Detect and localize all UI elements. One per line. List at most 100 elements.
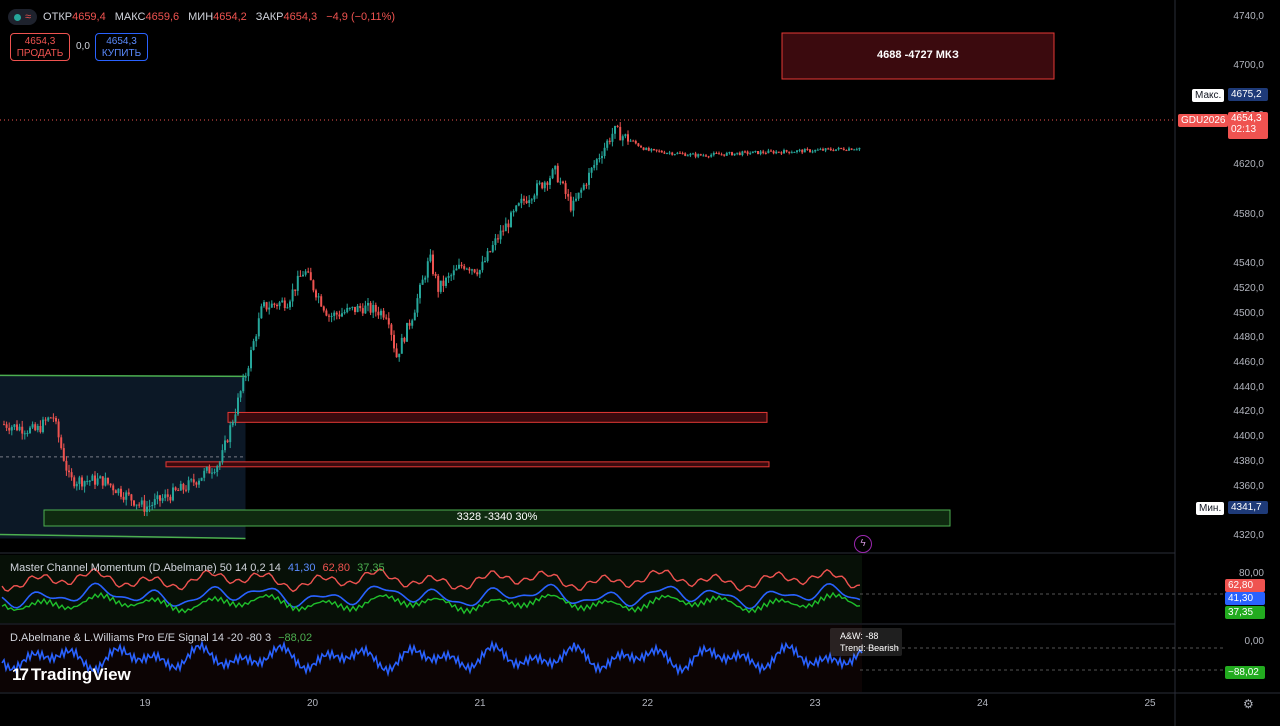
candle-body: [762, 151, 765, 153]
candle-body: [257, 318, 260, 337]
candle-body: [554, 165, 557, 170]
candle-body: [125, 492, 128, 500]
time-tick-label: 24: [976, 698, 989, 709]
candle-body: [120, 488, 122, 497]
candle-body: [533, 195, 536, 200]
candle-body: [47, 417, 50, 421]
symbol-status-pill[interactable]: ≈: [8, 9, 38, 25]
candle-body: [278, 302, 281, 307]
candle-body: [530, 199, 533, 201]
candle-body: [328, 315, 330, 317]
candle-body: [489, 251, 492, 253]
candle-body: [595, 159, 598, 166]
candle-body: [569, 196, 572, 211]
candle-body: [65, 460, 68, 471]
candle-body: [330, 315, 333, 317]
candle-body: [645, 147, 648, 150]
candle-body: [562, 181, 564, 184]
low-value: 4654,2: [213, 11, 247, 23]
candle-body: [164, 494, 167, 499]
indicator1-v3: 37,35: [357, 562, 385, 574]
candle-body: [270, 303, 273, 308]
candle-body: [746, 151, 749, 154]
price-tick-label: 4320,0: [1233, 530, 1264, 541]
trend-label: Trend: Bearish: [840, 643, 899, 653]
candle-body: [822, 149, 824, 151]
bottom-zone-label: 3328 -3340 30%: [456, 511, 538, 523]
indicator2-legend[interactable]: D.Abelmane & L.Williams Pro E/E Signal 1…: [10, 632, 316, 644]
price-tick-label: 4520,0: [1233, 282, 1264, 294]
candle-body: [837, 147, 840, 150]
candle-body: [549, 178, 551, 185]
time-tick-label: 25: [1144, 698, 1156, 709]
candle-body: [260, 306, 263, 319]
candle-body: [543, 182, 546, 189]
candle-body: [731, 152, 733, 156]
candle-body: [764, 152, 767, 154]
candle-body: [809, 149, 811, 152]
candle-body: [694, 153, 697, 157]
candle-body: [780, 152, 783, 154]
candle-body: [551, 169, 554, 179]
candle-body: [538, 182, 541, 184]
candle-body: [564, 183, 567, 194]
candle-body: [174, 487, 177, 491]
candle-body: [681, 153, 684, 155]
settings-gear-icon[interactable]: ⚙: [1243, 697, 1254, 711]
candle-body: [234, 414, 237, 422]
candle-body: [575, 198, 577, 201]
candle-body: [403, 337, 406, 342]
time-tick-label: 23: [809, 698, 821, 709]
candle-body: [177, 490, 180, 492]
candle-body: [827, 148, 830, 150]
candle-body: [593, 165, 596, 168]
indicator1-legend[interactable]: Master Channel Momentum (D.Abelmane) 50 …: [10, 562, 389, 574]
open-label: ОТКР: [43, 11, 73, 23]
candle-body: [796, 150, 798, 152]
candle-body: [153, 499, 156, 506]
candle-body: [322, 306, 325, 311]
candle-body: [842, 148, 845, 151]
candle-body: [460, 264, 463, 267]
close-value: 4654,3: [283, 11, 318, 23]
indicator1-tag-green: 37,35: [1225, 606, 1265, 619]
candle-body: [702, 155, 705, 157]
sell-button[interactable]: 4654,3 ПРОДАТЬ: [10, 33, 70, 61]
candle-body: [437, 275, 440, 292]
candle-body: [525, 200, 528, 204]
indicator1-v2: 62,80: [322, 562, 351, 574]
candle-body: [416, 298, 419, 313]
candle-body: [783, 150, 785, 154]
candle-body: [473, 269, 476, 273]
candle-body: [130, 494, 133, 501]
lightning-icon[interactable]: ϟ: [854, 535, 872, 553]
candle-body: [445, 277, 447, 286]
candle-body: [377, 311, 380, 316]
candle-body: [356, 305, 359, 313]
candle-body: [205, 466, 208, 471]
candle-body: [218, 462, 221, 467]
candle-body: [653, 149, 655, 151]
candle-body: [231, 421, 234, 426]
min-label: Мин.: [1196, 502, 1225, 515]
candle-body: [307, 271, 310, 273]
candle-body: [455, 268, 458, 271]
time-tick-label: 20: [306, 698, 319, 709]
ohlc-header: ≈ ОТКР4659,4 МАКС4659,6 МИН4654,2 ЗАКР46…: [8, 9, 398, 25]
candle-body: [749, 153, 752, 155]
open-value: 4659,4: [72, 11, 106, 23]
candle-body: [70, 472, 73, 478]
buy-button[interactable]: 4654,3 КУПИТЬ: [95, 33, 148, 61]
chart-canvas[interactable]: [0, 0, 1280, 726]
chart-root: ≈ ОТКР4659,4 МАКС4659,6 МИН4654,2 ЗАКР46…: [0, 0, 1280, 726]
candle-body: [78, 477, 81, 484]
candle-body: [190, 479, 193, 481]
candle-body: [577, 192, 580, 199]
last-price: 4654,3: [1231, 113, 1262, 124]
candle-body: [16, 424, 18, 431]
tradingview-watermark[interactable]: 17 TradingView: [12, 665, 131, 685]
candle-body: [806, 149, 809, 151]
candle-body: [608, 140, 611, 142]
candle-body: [590, 167, 593, 173]
candle-body: [840, 147, 843, 149]
